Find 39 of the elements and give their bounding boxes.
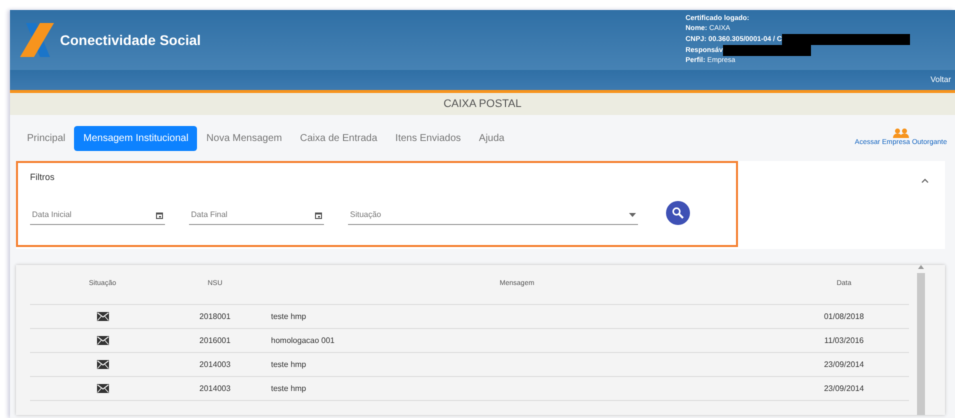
envelope-icon [96,336,108,345]
table-cell-text: 2018001 [198,310,232,322]
tab[interactable]: Mensagem Institucional [74,126,198,150]
input-field[interactable]: Data Inicial [30,206,165,224]
logo-icon [20,23,56,57]
tab[interactable]: Caixa de Entrada [291,126,386,150]
table-cell-text: teste hmp [270,384,306,392]
collapse-chevron-icon[interactable] [921,178,929,184]
brand-name: Conectividade Social [60,30,201,50]
back-link[interactable]: Voltar [930,74,951,86]
scroll-up-icon[interactable] [918,265,924,269]
page-title: CAIXA POSTAL [10,93,955,115]
envelope-icon [96,360,108,369]
table-cell-text: 2016001 [198,334,232,346]
envelope-icon [96,312,108,321]
table-cell-text: 23/09/2014 [822,382,866,394]
search-icon [672,206,684,218]
table-cell-text: teste hmp [270,360,306,368]
tab[interactable]: Itens Enviados [386,126,470,150]
table-cell-text: teste hmp [270,312,306,320]
calendar-icon [156,212,163,218]
filters-title: Filtros [30,171,56,184]
table-cell-text: 2014003 [198,382,232,394]
input-field[interactable]: Situação [348,206,638,224]
table-cell-text: 23/09/2014 [822,358,866,370]
table-cell-text: 11/03/2016 [823,334,865,346]
tab[interactable]: Principal [18,126,74,150]
search-button[interactable] [666,200,690,224]
tab[interactable]: Nova Mensagem [197,126,292,150]
dropdown-caret-icon [629,213,636,217]
input-field[interactable]: Data Final [189,206,324,224]
scrollbar-thumb[interactable] [917,273,925,415]
table-cell-text: 01/08/2018 [822,310,866,322]
envelope-icon [96,384,108,393]
tab[interactable]: Ajuda [470,126,514,150]
table-cell-text: 2014003 [198,358,232,370]
calendar-icon [315,212,322,218]
people-icon [892,128,909,138]
table-cell-text: homologacao 001 [270,336,335,344]
